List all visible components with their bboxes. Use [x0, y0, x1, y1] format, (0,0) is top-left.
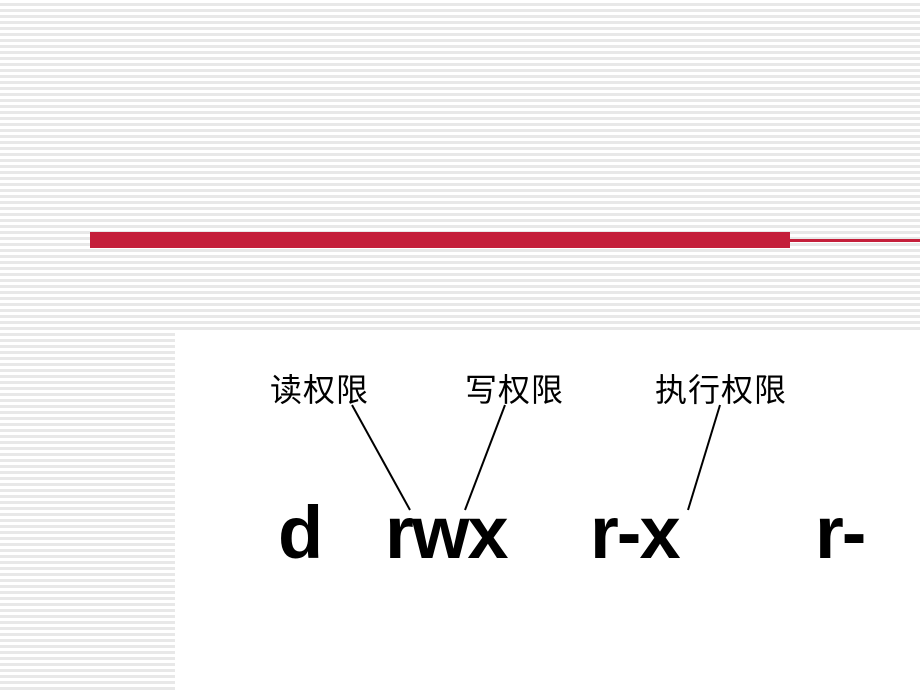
title-underline-thin: [790, 239, 920, 242]
perm-type-char: d: [278, 490, 321, 575]
label-read-permission: 读权限: [270, 365, 369, 411]
label-write-permission: 写权限: [465, 365, 564, 411]
perm-group: r-x: [590, 490, 679, 575]
label-execute-permission: 执行权限: [655, 365, 787, 411]
title-underline-thick: [90, 232, 790, 248]
perm-other-partial: r-: [815, 490, 864, 575]
perm-owner: rwx: [385, 490, 507, 575]
